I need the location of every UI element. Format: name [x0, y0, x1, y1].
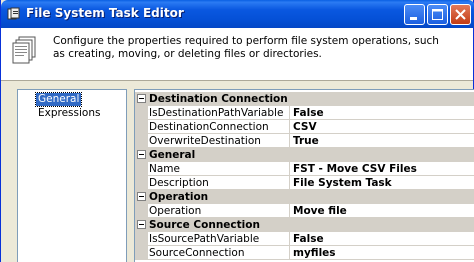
property-row[interactable]: SourceConnection myfiles: [135, 246, 474, 260]
property-value[interactable]: False: [290, 106, 474, 120]
title-bar[interactable]: File System Task Editor: [1, 0, 474, 28]
maximize-button[interactable]: [427, 4, 448, 25]
property-value[interactable]: Move file: [290, 204, 474, 218]
category-destination-connection[interactable]: Destination Connection: [135, 92, 474, 106]
nav-item-general[interactable]: General: [34, 92, 83, 107]
property-name: Name: [148, 162, 290, 176]
property-value[interactable]: myfiles: [290, 246, 474, 260]
property-row[interactable]: IsDestinationPathVariable False: [135, 106, 474, 120]
property-name: DestinationConnection: [148, 120, 290, 134]
maximize-icon: [432, 9, 443, 20]
row-margin: [135, 162, 148, 176]
row-margin: [135, 106, 148, 120]
collapse-icon[interactable]: [137, 220, 146, 229]
collapse-icon[interactable]: [137, 192, 146, 201]
property-value[interactable]: CSV: [290, 120, 474, 134]
category-label: Source Connection: [149, 219, 260, 231]
row-margin: [135, 246, 148, 260]
category-operation[interactable]: Operation: [135, 190, 474, 204]
category-general[interactable]: General: [135, 148, 474, 162]
collapse-icon[interactable]: [137, 94, 146, 103]
category-label: Destination Connection: [149, 93, 288, 105]
window-title: File System Task Editor: [26, 6, 184, 20]
property-name: OverwriteDestination: [148, 134, 290, 148]
nav-item-expressions[interactable]: Expressions: [36, 107, 102, 120]
property-name: Description: [148, 176, 290, 190]
property-value[interactable]: True: [290, 134, 474, 148]
close-icon: [455, 9, 466, 20]
property-row[interactable]: IsSourcePathVariable False: [135, 232, 474, 246]
property-value[interactable]: False: [290, 232, 474, 246]
property-value[interactable]: FST - Move CSV Files: [290, 162, 474, 176]
row-margin: [135, 120, 148, 134]
property-row[interactable]: Name FST - Move CSV Files: [135, 162, 474, 176]
property-row[interactable]: OverwriteDestination True: [135, 134, 474, 148]
close-button[interactable]: [450, 4, 471, 25]
task-editor-icon: [7, 7, 21, 21]
row-margin: [135, 176, 148, 190]
property-row[interactable]: Operation Move file: [135, 204, 474, 218]
collapse-icon[interactable]: [137, 150, 146, 159]
file-system-task-editor-window: File System Task Editor Configure the pr…: [0, 0, 474, 262]
row-margin: [135, 134, 148, 148]
documents-stack-icon: [11, 36, 39, 70]
property-grid: Destination Connection IsDestinationPath…: [134, 89, 474, 262]
page-navigation-list: General Expressions: [17, 89, 127, 262]
editor-header: Configure the properties required to per…: [1, 28, 473, 81]
category-label: Operation: [149, 191, 209, 203]
property-name: IsSourcePathVariable: [148, 232, 290, 246]
row-margin: [135, 204, 148, 218]
category-label: General: [149, 149, 196, 161]
property-row[interactable]: Description File System Task: [135, 176, 474, 190]
property-name: Operation: [148, 204, 290, 218]
row-margin: [135, 232, 148, 246]
category-source-connection[interactable]: Source Connection: [135, 218, 474, 232]
property-value[interactable]: File System Task: [290, 176, 474, 190]
minimize-button[interactable]: [404, 4, 425, 25]
minimize-icon: [410, 17, 417, 20]
header-description: Configure the properties required to per…: [53, 35, 439, 60]
property-name: IsDestinationPathVariable: [148, 106, 290, 120]
property-name: SourceConnection: [148, 246, 290, 260]
property-row[interactable]: DestinationConnection CSV: [135, 120, 474, 134]
